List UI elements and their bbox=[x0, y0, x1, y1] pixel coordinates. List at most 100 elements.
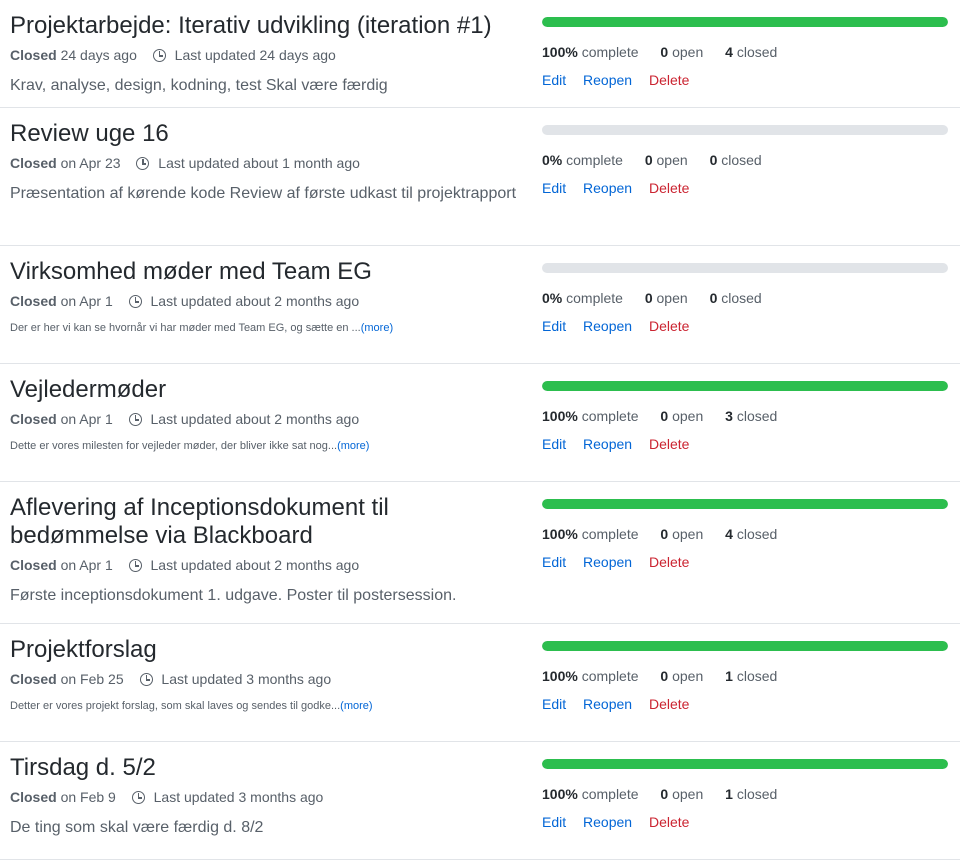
milestone-title[interactable]: Projektarbejde: Iterativ udvikling (iter… bbox=[10, 12, 525, 40]
closed-count-label: closed bbox=[721, 152, 762, 168]
reopen-link[interactable]: Reopen bbox=[583, 436, 632, 452]
delete-link[interactable]: Delete bbox=[649, 436, 689, 452]
description-text: Præsentation af kørende kode Review af f… bbox=[10, 185, 517, 202]
more-link[interactable]: (more) bbox=[337, 440, 369, 452]
open-count[interactable]: 0 open bbox=[660, 786, 703, 802]
edit-link[interactable]: Edit bbox=[542, 180, 566, 196]
open-count[interactable]: 0 open bbox=[660, 526, 703, 542]
milestone-item: Projektarbejde: Iterativ udvikling (iter… bbox=[0, 0, 960, 108]
reopen-link[interactable]: Reopen bbox=[583, 72, 632, 88]
milestone-actions: Edit Reopen Delete bbox=[542, 435, 948, 453]
milestone-meta: Closed on Apr 1 Last updated about 2 mon… bbox=[10, 292, 525, 310]
reopen-link[interactable]: Reopen bbox=[583, 814, 632, 830]
milestone-item: Tirsdag d. 5/2 Closed on Feb 9 Last upda… bbox=[0, 742, 960, 860]
progress-bar bbox=[542, 381, 948, 391]
milestone-info: Projektforslag Closed on Feb 25 Last upd… bbox=[10, 636, 525, 714]
milestone-title[interactable]: Vejledermøder bbox=[10, 376, 525, 404]
closed-date: on Apr 23 bbox=[60, 155, 121, 171]
delete-link[interactable]: Delete bbox=[649, 814, 689, 830]
clock-icon bbox=[152, 49, 166, 62]
last-updated-label: Last updated bbox=[158, 155, 240, 171]
closed-count-label: closed bbox=[736, 526, 778, 542]
milestone-title[interactable]: Projektforslag bbox=[10, 636, 525, 664]
percent-complete: 100% complete bbox=[542, 668, 639, 684]
milestone-actions: Edit Reopen Delete bbox=[542, 553, 948, 571]
open-count[interactable]: 0 open bbox=[660, 668, 703, 684]
edit-link[interactable]: Edit bbox=[542, 318, 566, 334]
open-count[interactable]: 0 open bbox=[660, 408, 703, 424]
closed-count[interactable]: 1 closed bbox=[725, 786, 777, 802]
milestone-description: Præsentation af kørende kode Review af f… bbox=[10, 182, 525, 206]
closed-value: 3 bbox=[725, 408, 733, 424]
milestone-title[interactable]: Aflevering af Inceptionsdokument til bed… bbox=[10, 494, 525, 550]
complete-label: complete bbox=[581, 526, 639, 542]
closed-count[interactable]: 4 closed bbox=[725, 526, 777, 542]
closed-label: Closed bbox=[10, 789, 57, 805]
last-updated-date: 3 months ago bbox=[238, 789, 324, 805]
open-label: open bbox=[672, 786, 704, 802]
milestone-meta: Closed on Apr 1 Last updated about 2 mon… bbox=[10, 410, 525, 428]
milestone-progress: 100% complete 0 open 4 closed Edit Reope… bbox=[542, 17, 948, 89]
closed-value: 4 bbox=[725, 44, 733, 60]
closed-count-label: closed bbox=[736, 786, 778, 802]
milestone-title[interactable]: Tirsdag d. 5/2 bbox=[10, 754, 525, 782]
edit-link[interactable]: Edit bbox=[542, 72, 566, 88]
edit-link[interactable]: Edit bbox=[542, 554, 566, 570]
milestone-actions: Edit Reopen Delete bbox=[542, 317, 948, 335]
progress-bar bbox=[542, 125, 948, 135]
milestone-actions: Edit Reopen Delete bbox=[542, 695, 948, 713]
open-label: open bbox=[672, 526, 704, 542]
milestone-title[interactable]: Virksomhed møder med Team EG bbox=[10, 258, 525, 286]
percent-value: 100% bbox=[542, 44, 578, 60]
closed-label: Closed bbox=[10, 557, 57, 573]
milestone-title[interactable]: Review uge 16 bbox=[10, 120, 525, 148]
progress-bar-fill bbox=[542, 641, 948, 651]
open-count[interactable]: 0 open bbox=[645, 152, 688, 168]
progress-bar bbox=[542, 263, 948, 273]
percent-complete: 100% complete bbox=[542, 786, 639, 802]
milestone-item: Review uge 16 Closed on Apr 23 Last upda… bbox=[0, 108, 960, 246]
last-updated-date: about 2 months ago bbox=[235, 411, 360, 427]
closed-date: on Feb 9 bbox=[60, 789, 116, 805]
milestone-description: Første inceptionsdokument 1. udgave. Pos… bbox=[10, 584, 525, 608]
milestone-meta: Closed on Feb 25 Last updated 3 months a… bbox=[10, 670, 525, 688]
closed-count[interactable]: 4 closed bbox=[725, 44, 777, 60]
open-label: open bbox=[672, 668, 704, 684]
milestone-stats: 100% complete 0 open 4 closed bbox=[542, 525, 948, 543]
reopen-link[interactable]: Reopen bbox=[583, 696, 632, 712]
more-link[interactable]: (more) bbox=[361, 322, 393, 334]
milestone-meta: Closed on Apr 1 Last updated about 2 mon… bbox=[10, 556, 525, 574]
milestone-stats: 100% complete 0 open 3 closed bbox=[542, 407, 948, 425]
last-updated-date: 24 days ago bbox=[259, 47, 336, 63]
edit-link[interactable]: Edit bbox=[542, 696, 566, 712]
closed-label: Closed bbox=[10, 411, 57, 427]
closed-count[interactable]: 0 closed bbox=[710, 290, 762, 306]
delete-link[interactable]: Delete bbox=[649, 696, 689, 712]
open-count[interactable]: 0 open bbox=[660, 44, 703, 60]
delete-link[interactable]: Delete bbox=[649, 72, 689, 88]
edit-link[interactable]: Edit bbox=[542, 436, 566, 452]
reopen-link[interactable]: Reopen bbox=[583, 318, 632, 334]
closed-label: Closed bbox=[10, 47, 57, 63]
closed-count[interactable]: 1 closed bbox=[725, 668, 777, 684]
reopen-link[interactable]: Reopen bbox=[583, 180, 632, 196]
open-value: 0 bbox=[660, 668, 669, 684]
open-label: open bbox=[656, 152, 688, 168]
closed-date: on Apr 1 bbox=[60, 293, 113, 309]
closed-count[interactable]: 3 closed bbox=[725, 408, 777, 424]
reopen-link[interactable]: Reopen bbox=[583, 554, 632, 570]
open-count[interactable]: 0 open bbox=[645, 290, 688, 306]
closed-count-label: closed bbox=[736, 408, 778, 424]
milestone-description: Detter er vores projekt forslag, som ska… bbox=[10, 698, 525, 714]
delete-link[interactable]: Delete bbox=[649, 318, 689, 334]
more-link[interactable]: (more) bbox=[340, 700, 372, 712]
clock-icon bbox=[131, 791, 145, 804]
edit-link[interactable]: Edit bbox=[542, 814, 566, 830]
delete-link[interactable]: Delete bbox=[649, 180, 689, 196]
clock-icon bbox=[128, 413, 142, 426]
last-updated-label: Last updated bbox=[150, 557, 232, 573]
milestone-meta: Closed on Apr 23 Last updated about 1 mo… bbox=[10, 154, 525, 172]
percent-value: 100% bbox=[542, 526, 578, 542]
closed-count[interactable]: 0 closed bbox=[710, 152, 762, 168]
delete-link[interactable]: Delete bbox=[649, 554, 689, 570]
